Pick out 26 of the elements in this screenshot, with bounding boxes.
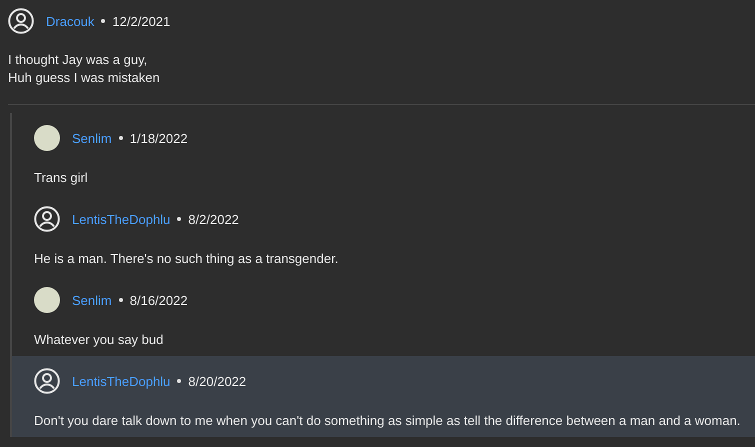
reply-text: Trans girl xyxy=(34,169,89,187)
reply-date: 1/18/2022 xyxy=(130,130,188,146)
author-link[interactable]: Senlim xyxy=(72,292,112,308)
separator-dot xyxy=(118,136,123,140)
reply-text: He is a man. There's no such thing as a transgender. xyxy=(34,250,340,268)
user-avatar-icon xyxy=(8,8,34,34)
comment-text: I thought Jay was a guy, xyxy=(8,51,148,69)
author-link[interactable]: LentisTheDophlu xyxy=(72,212,170,226)
comment-text: Huh guess I was mistaken xyxy=(8,69,161,87)
separator-dot xyxy=(101,19,106,23)
user-avatar-icon xyxy=(34,368,60,394)
user-avatar-icon xyxy=(34,206,60,232)
separator-dot xyxy=(177,217,182,221)
separator-dot xyxy=(118,298,123,302)
author-link[interactable]: Senlim xyxy=(72,130,112,146)
reply-date: 8/2/2022 xyxy=(188,212,239,226)
reply-date: 8/20/2022 xyxy=(188,374,246,388)
comment-date: 12/2/2021 xyxy=(112,14,170,28)
author-link[interactable]: Dracouk xyxy=(46,14,94,28)
separator-dot xyxy=(177,379,182,383)
author-link[interactable]: LentisTheDophlu xyxy=(72,374,170,388)
reply-text: Whatever you say bud xyxy=(34,331,164,349)
reply-date: 8/16/2022 xyxy=(130,292,188,308)
avatar-picture xyxy=(34,287,60,313)
avatar-picture xyxy=(34,125,60,151)
reply-text: Don't you dare talk down to me when you can't do something as simple as tell the difference between a man and a woman. xyxy=(34,412,742,430)
